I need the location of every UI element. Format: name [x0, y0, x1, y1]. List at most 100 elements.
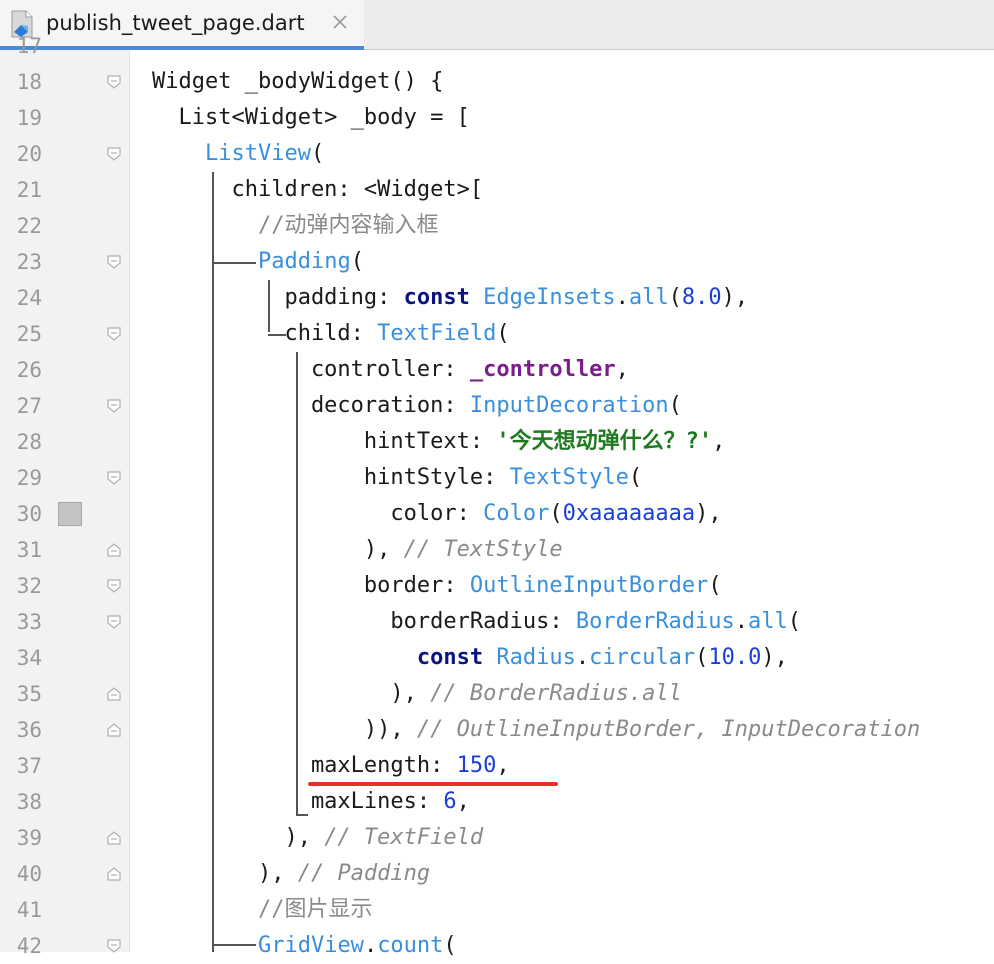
code-token: List<Widget> _body = [: [152, 105, 470, 130]
code-token: 6: [443, 789, 457, 814]
code-line[interactable]: 39 ), // TextField: [0, 820, 994, 856]
bookmark-marker-icon[interactable]: [58, 502, 82, 526]
code-line[interactable]: 30 color: Color(0xaaaaaaaa),: [0, 496, 994, 532]
code-token: ,: [456, 789, 470, 814]
code-line[interactable]: 22 //动弹内容输入框: [0, 208, 994, 244]
code-token: Padding: [257, 249, 351, 274]
fold-marker-icon[interactable]: [106, 326, 122, 342]
code-editor[interactable]: 17 18 Widget _bodyWidget() {19 List<Widge…: [0, 34, 994, 958]
line-number: 27: [16, 394, 42, 418]
code-line[interactable]: 36 )), // OutlineInputBorder, InputDecor…: [0, 712, 994, 748]
code-token: InputDecoration: [469, 393, 669, 418]
code-line[interactable]: 18 Widget _bodyWidget() {: [0, 64, 994, 100]
code-line[interactable]: 26 controller: _controller,: [0, 352, 994, 388]
code-token: (: [668, 393, 682, 418]
code-text: hintText: '今天想动弹什么？?',: [152, 424, 725, 460]
fold-marker-icon[interactable]: [106, 614, 122, 630]
code-line[interactable]: 21 children: <Widget>[: [0, 172, 994, 208]
code-token: (: [443, 933, 457, 958]
line-number: 19: [16, 106, 42, 130]
indent-guide: [212, 262, 256, 264]
line-number: 40: [16, 862, 42, 886]
code-line[interactable]: 28 hintText: '今天想动弹什么？?',: [0, 424, 994, 460]
code-line[interactable]: 29 hintStyle: TextStyle(: [0, 460, 994, 496]
code-line[interactable]: 24 padding: const EdgeInsets.all(8.0),: [0, 280, 994, 316]
line-number: 25: [16, 322, 42, 346]
code-token: BorderRadius: [575, 609, 735, 634]
code-token: // TextStyle: [403, 537, 563, 562]
code-line[interactable]: 33 borderRadius: BorderRadius.all(: [0, 604, 994, 640]
code-token: ),: [695, 501, 722, 526]
code-line[interactable]: 19 List<Widget> _body = [: [0, 100, 994, 136]
code-token: TextField: [377, 321, 497, 346]
code-token: const: [416, 645, 497, 670]
code-token: 150: [456, 753, 497, 778]
line-number: 37: [16, 754, 42, 778]
line-number: 23: [16, 250, 42, 274]
code-line[interactable]: 23 Padding(: [0, 244, 994, 280]
code-line[interactable]: 27 decoration: InputDecoration(: [0, 388, 994, 424]
code-line[interactable]: 32 border: OutlineInputBorder(: [0, 568, 994, 604]
code-line[interactable]: 40 ), // Padding: [0, 856, 994, 892]
code-token: child:: [152, 321, 378, 346]
code-token: padding:: [152, 285, 404, 310]
code-text: color: Color(0xaaaaaaaa),: [152, 496, 722, 532]
code-text: List<Widget> _body = [: [152, 100, 470, 136]
code-text: GridView.count(: [152, 928, 457, 964]
fold-marker-icon[interactable]: [106, 578, 122, 594]
fold-marker-icon[interactable]: [106, 398, 122, 414]
line-number: 21: [16, 178, 42, 202]
fold-marker-icon[interactable]: [106, 830, 122, 846]
line-number: 34: [16, 646, 42, 670]
code-token: EdgeInsets: [483, 285, 616, 310]
code-token: (: [708, 573, 722, 598]
indent-guide: [296, 814, 308, 816]
fold-marker-icon[interactable]: [106, 686, 122, 702]
code-token: _controller: [469, 357, 616, 382]
fold-marker-icon[interactable]: [106, 470, 122, 486]
line-number: 36: [16, 718, 42, 742]
code-line[interactable]: 41 //图片显示: [0, 892, 994, 928]
code-line[interactable]: 20 ListView(: [0, 136, 994, 172]
line-number: 18: [16, 70, 42, 94]
code-line[interactable]: 25 child: TextField(: [0, 316, 994, 352]
line-number: 24: [16, 286, 42, 310]
code-token: // BorderRadius.all: [430, 681, 682, 706]
code-token: decoration:: [152, 393, 470, 418]
code-token: ),: [721, 285, 749, 310]
code-token: 8.0: [681, 285, 722, 310]
fold-marker-icon[interactable]: [106, 542, 122, 558]
code-line[interactable]: 38 maxLines: 6,: [0, 784, 994, 820]
code-token: OutlineInputBorder: [469, 573, 709, 598]
line-number: 28: [16, 430, 42, 454]
fold-marker-icon[interactable]: [106, 146, 122, 162]
code-token: ),: [152, 681, 431, 706]
code-line[interactable]: 34 const Radius.circular(10.0),: [0, 640, 994, 676]
code-token: all: [628, 285, 669, 310]
code-token: //图片显示: [257, 897, 373, 922]
code-token: 0xaaaaaaaa: [562, 501, 696, 526]
line-number: 39: [16, 826, 42, 850]
code-line[interactable]: 35 ), // BorderRadius.all: [0, 676, 994, 712]
code-text: Padding(: [152, 244, 364, 280]
code-token: border:: [152, 573, 470, 598]
line-number: 33: [16, 610, 42, 634]
line-number: 41: [16, 898, 42, 922]
indent-guide: [212, 172, 214, 952]
fold-marker-icon[interactable]: [106, 254, 122, 270]
line-number: 38: [16, 790, 42, 814]
code-line-partial: 17: [0, 28, 994, 64]
code-text: Widget _bodyWidget() {: [152, 64, 443, 100]
code-token: (: [668, 285, 682, 310]
code-token: // OutlineInputBorder, InputDecoration: [416, 717, 921, 742]
code-line[interactable]: 31 ), // TextStyle: [0, 532, 994, 568]
code-line[interactable]: 42 GridView.count(: [0, 928, 994, 964]
line-number: 20: [16, 142, 42, 166]
fold-marker-icon[interactable]: [106, 74, 122, 90]
code-line[interactable]: 37 maxLength: 150,: [0, 748, 994, 784]
code-text: maxLength: 150,: [152, 748, 510, 784]
fold-marker-icon[interactable]: [106, 866, 122, 882]
fold-marker-icon[interactable]: [106, 722, 122, 738]
line-number: 42: [16, 934, 42, 958]
